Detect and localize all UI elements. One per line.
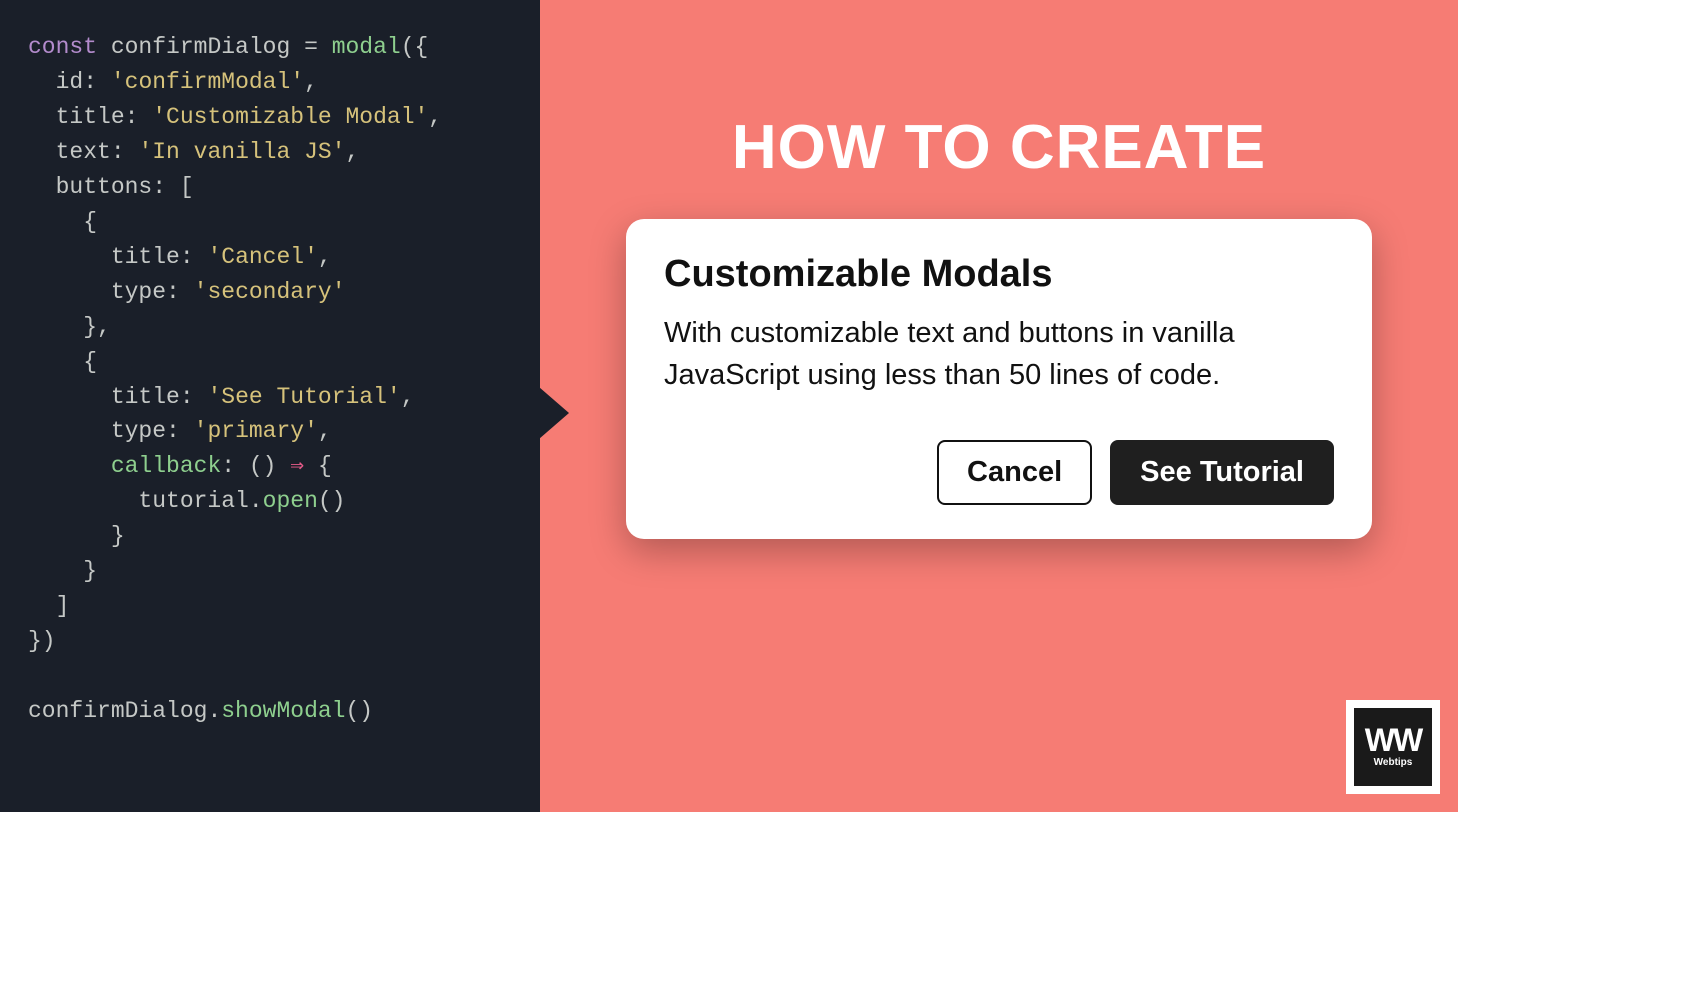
code-block: const confirmDialog = modal({ id: 'confi… — [28, 30, 512, 729]
webtips-logo: WW Webtips — [1346, 700, 1440, 794]
modal-dialog: Customizable Modals With customizable te… — [626, 219, 1372, 539]
modal-text: With customizable text and buttons in va… — [664, 312, 1334, 396]
cancel-button[interactable]: Cancel — [937, 440, 1092, 505]
preview-panel: HOW TO CREATE Customizable Modals With c… — [540, 0, 1458, 812]
modal-button-row: Cancel See Tutorial — [664, 440, 1334, 505]
keyword-const: const — [28, 34, 97, 60]
see-tutorial-button[interactable]: See Tutorial — [1110, 440, 1334, 505]
page-heading: HOW TO CREATE — [732, 112, 1266, 183]
var-name: confirmDialog — [111, 34, 290, 60]
pointer-arrow-icon — [539, 387, 569, 439]
logo-mark: WW — [1365, 726, 1421, 755]
code-panel: const confirmDialog = modal({ id: 'confi… — [0, 0, 540, 812]
modal-title: Customizable Modals — [664, 253, 1334, 296]
fn-modal: modal — [332, 34, 401, 60]
logo-text: Webtips — [1374, 757, 1413, 768]
